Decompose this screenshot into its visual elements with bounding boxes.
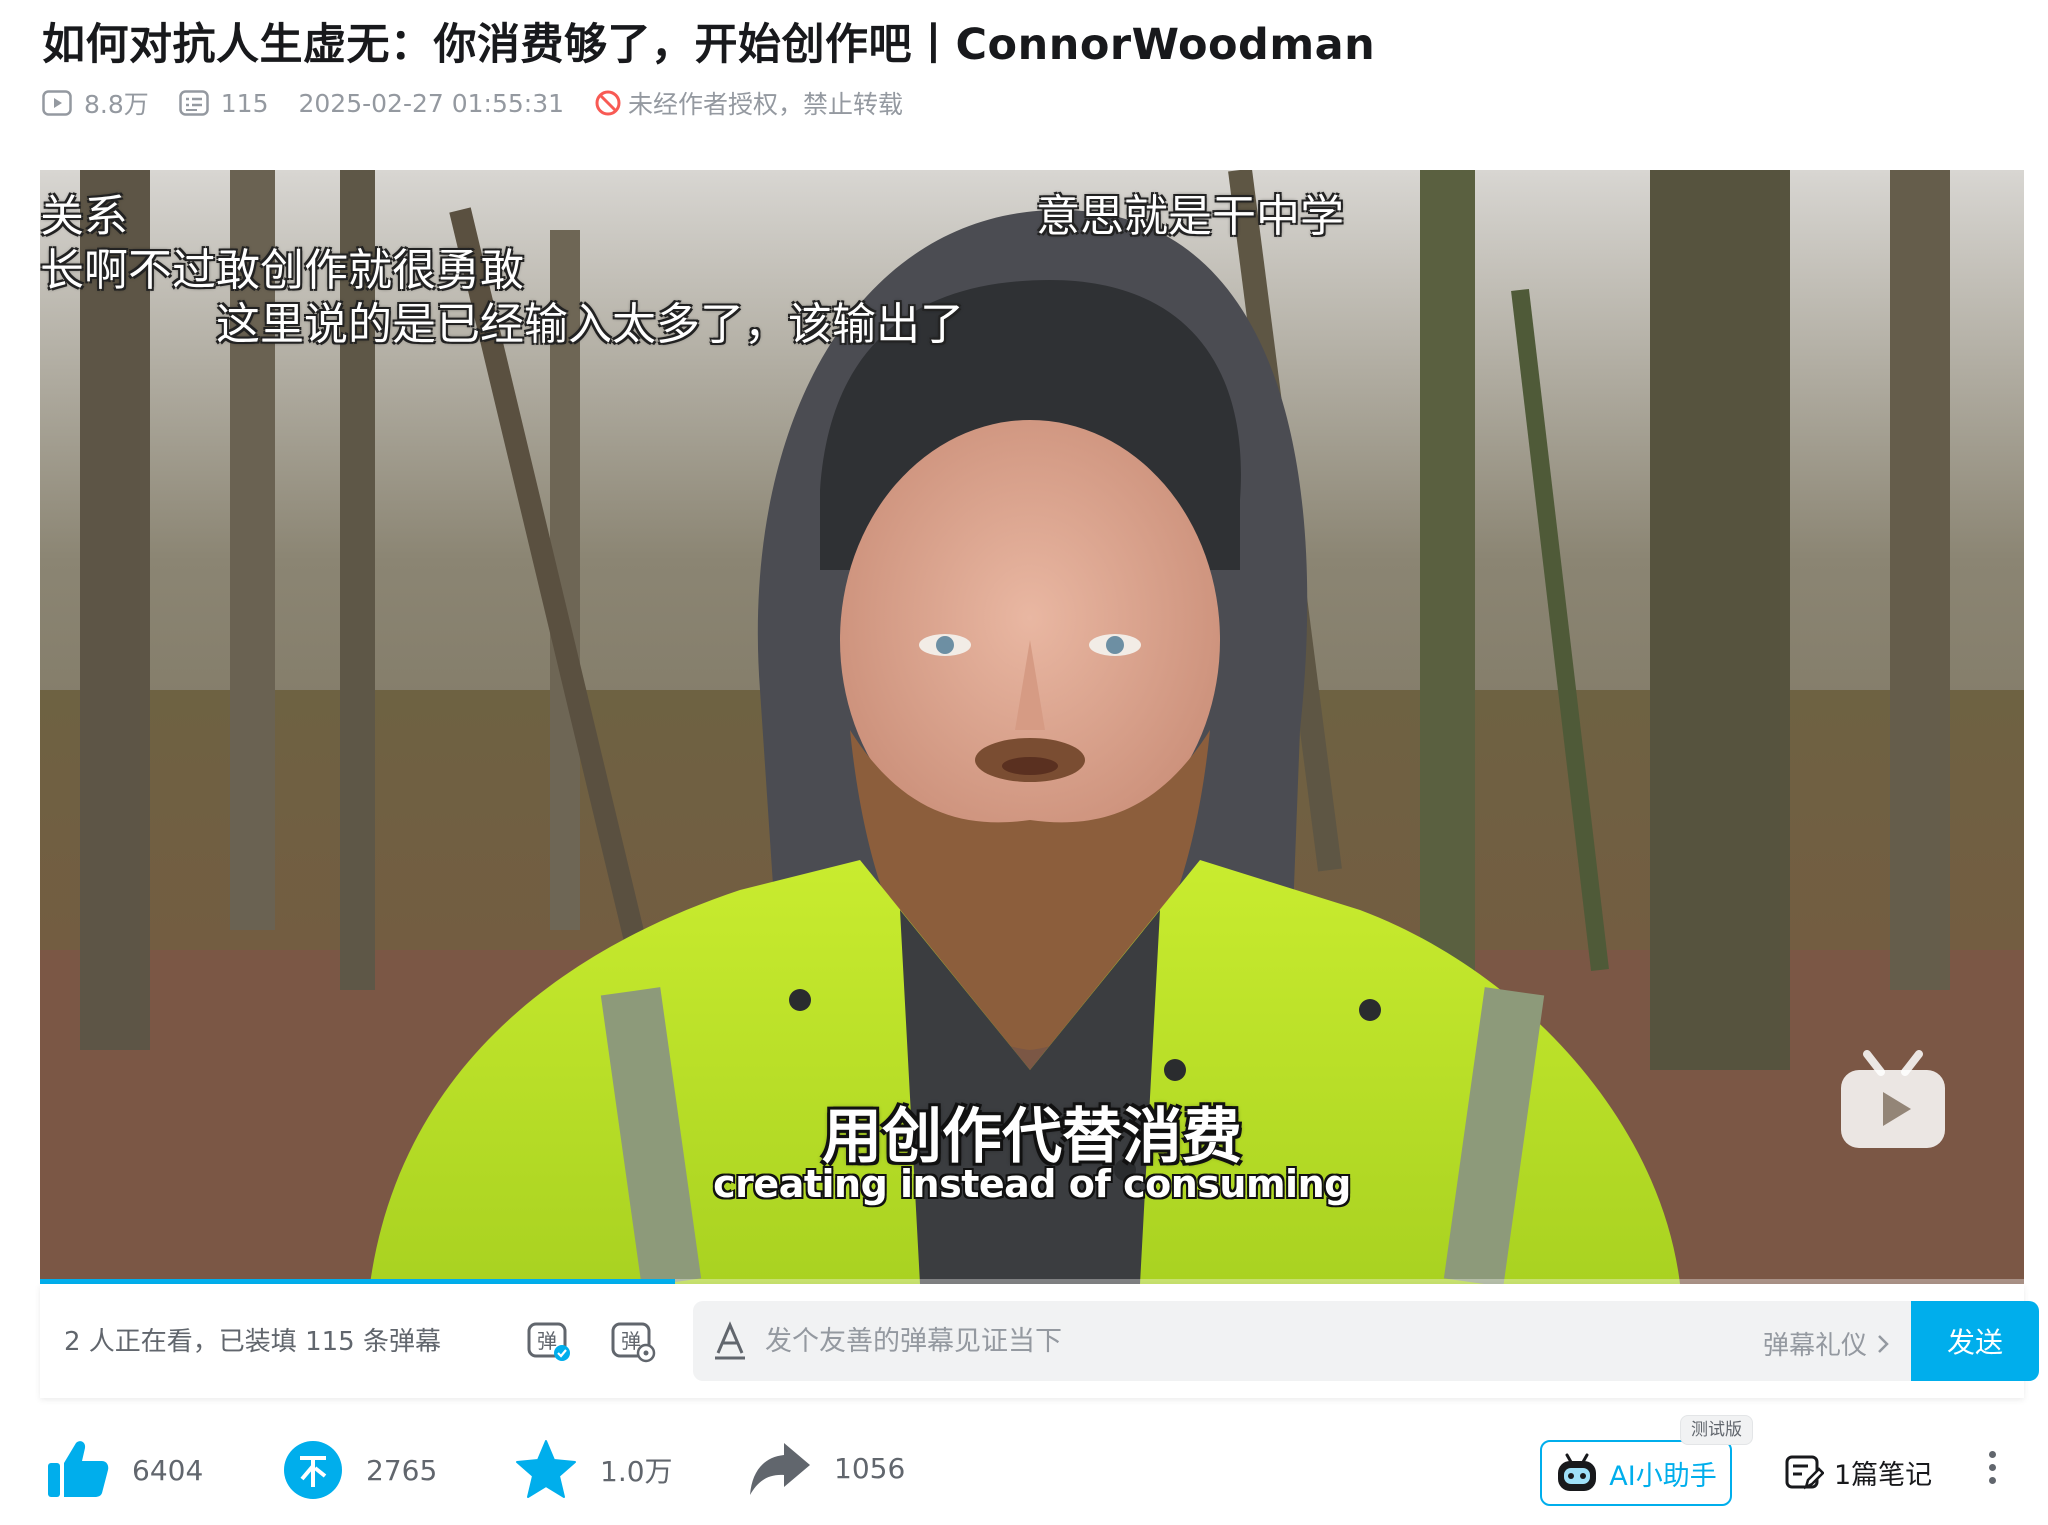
danmaku-count-text: 115	[220, 88, 269, 118]
publish-time: 2025-02-27 01:55:31	[298, 89, 564, 118]
danmaku-input[interactable]	[765, 1301, 1665, 1381]
subtitle-english: creating instead of consuming	[713, 1162, 1351, 1206]
danmaku-bar: 2 人正在看，已装填 115 条弹幕 弹 弹 弹幕礼仪 发送	[40, 1284, 2039, 1398]
favorite-button[interactable]: 1.0万	[514, 1439, 673, 1501]
more-options-icon[interactable]	[1982, 1451, 2002, 1491]
publish-time-text: 2025-02-27 01:55:31	[298, 88, 564, 118]
bilibili-tv-icon	[1841, 1050, 1945, 1148]
note-edit-icon	[1785, 1455, 1824, 1489]
coin-count: 2765	[366, 1453, 438, 1487]
robot-icon	[1558, 1453, 1597, 1491]
like-button[interactable]: 6404	[46, 1439, 203, 1501]
share-button[interactable]: 1056	[748, 1439, 905, 1497]
text-style-icon[interactable]	[713, 1321, 747, 1361]
like-count: 6404	[132, 1453, 204, 1487]
copyright-notice: 未经作者授权，禁止转载	[594, 85, 903, 121]
thumbs-up-icon	[48, 1441, 109, 1497]
favorite-count: 1.0万	[600, 1455, 673, 1488]
beta-badge: 测试版	[1680, 1415, 1753, 1445]
video-meta: 8.8万 115 2025-02-27 01:55:31 未经作者授权，禁止转载	[42, 86, 933, 120]
ai-assistant-button[interactable]: AI小助手	[1540, 1440, 1732, 1506]
view-count-text: 8.8万	[84, 90, 149, 119]
danmaku-on-icon: 弹	[527, 1322, 570, 1361]
danmaku-count: 115	[179, 88, 269, 118]
chevron-right-icon	[1878, 1334, 1889, 1353]
coin-icon	[284, 1441, 342, 1499]
no-repost-icon	[595, 90, 621, 116]
play-count-icon	[42, 90, 72, 116]
ai-assistant-label: AI小助手	[1609, 1460, 1717, 1492]
danmaku-input-wrapper: 弹幕礼仪	[693, 1301, 1911, 1381]
danmaku-settings[interactable]: 弹	[608, 1316, 658, 1366]
video-title: 如何对抗人生虚无：你消费够了，开始创作吧丨ConnorWoodman	[42, 20, 1376, 70]
view-count: 8.8万	[42, 85, 149, 121]
danmaku-send-button[interactable]: 发送	[1911, 1301, 2039, 1381]
danmaku-etiquette-link[interactable]: 弹幕礼仪	[1763, 1325, 1893, 1362]
share-arrow-icon	[750, 1443, 810, 1495]
danmaku-etiquette-label: 弹幕礼仪	[1762, 1331, 1867, 1361]
copyright-notice-text: 未经作者授权，禁止转载	[628, 90, 904, 119]
danmaku-toggle[interactable]: 弹	[524, 1316, 574, 1366]
video-player[interactable]: 关系 长啊不过敢创作就很勇敢 这里说的是已经输入太多了，该输出了 意思就是干中学…	[40, 170, 2024, 1284]
star-icon	[516, 1440, 576, 1498]
danmaku-line: 这里说的是已经输入太多了，该输出了	[216, 299, 964, 350]
svg-text:弹: 弹	[537, 1329, 557, 1353]
notes-button[interactable]: 1篇笔记	[1784, 1453, 1932, 1492]
danmaku-settings-icon: 弹	[611, 1322, 656, 1363]
danmaku-count-icon	[179, 90, 209, 116]
danmaku-line: 意思就是干中学	[1036, 191, 1344, 242]
danmaku-status: 2 人正在看，已装填 115 条弹幕	[64, 1327, 441, 1357]
coin-button[interactable]: 2765	[282, 1439, 437, 1501]
video-toolbar: 6404 2765 1.0万 1056 AI小助手 测试版 1篇笔记	[42, 1415, 2022, 1511]
share-count: 1056	[834, 1451, 906, 1485]
notes-label: 1篇笔记	[1834, 1460, 1933, 1491]
